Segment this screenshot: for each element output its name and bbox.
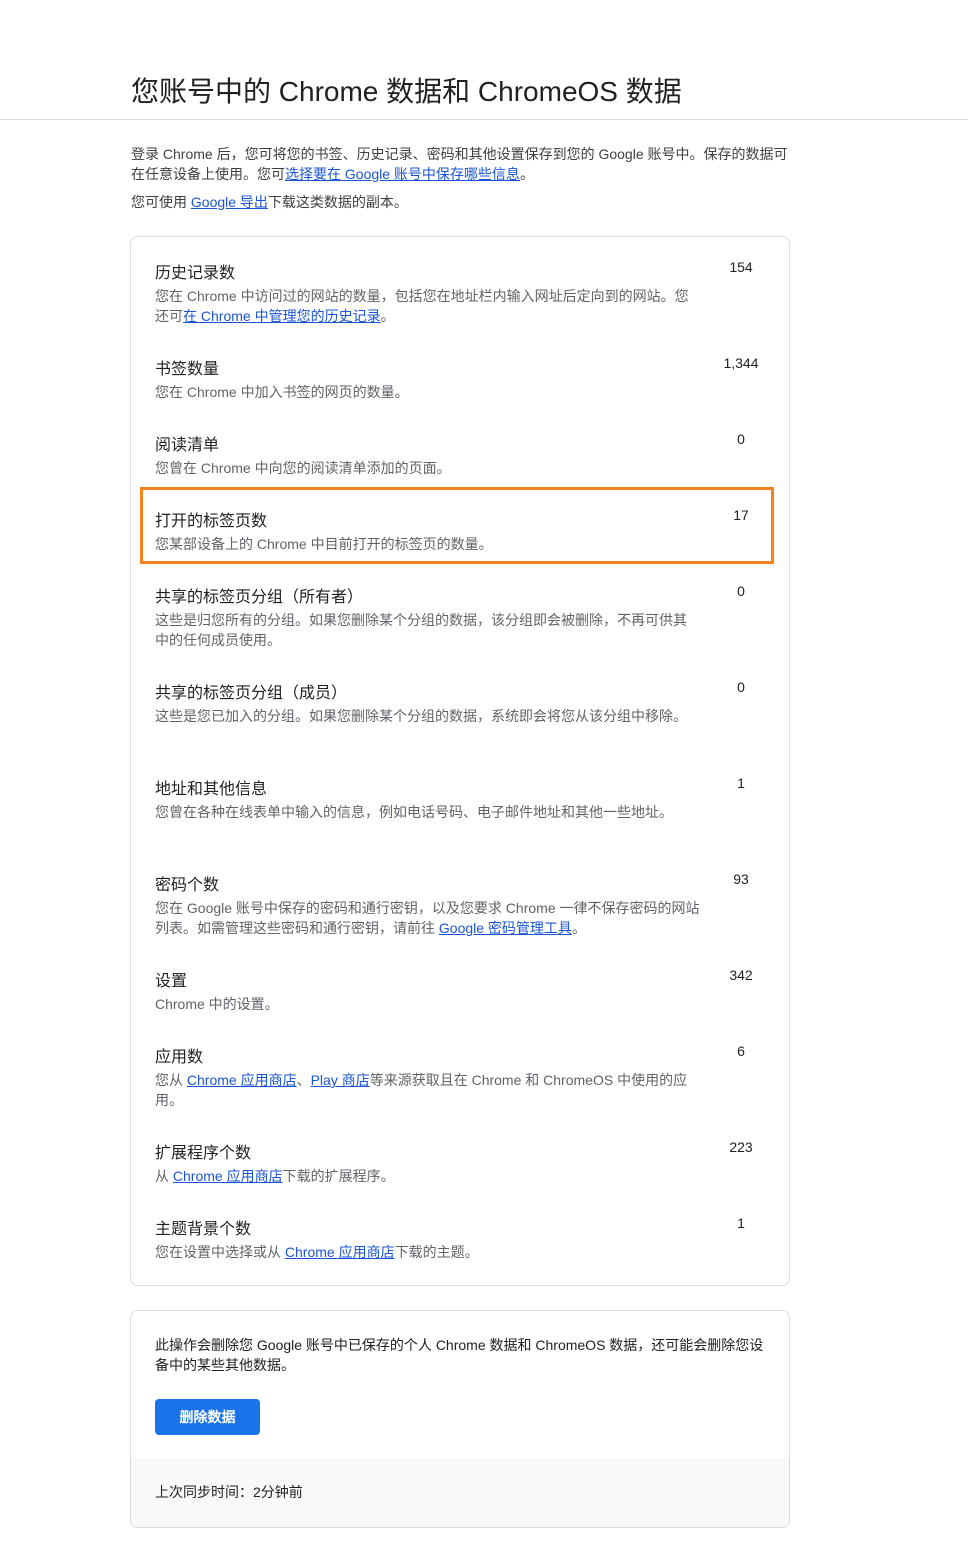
stat-description: 您从 Chrome 应用商店、Play 商店等来源获取且在 Chrome 和 C… — [155, 1070, 700, 1110]
stat-description: 从 Chrome 应用商店下载的扩展程序。 — [155, 1166, 700, 1186]
stat-title: 历史记录数 — [155, 265, 236, 282]
sync-status-footer: 上次同步时间：2分钟前 — [131, 1459, 789, 1527]
stat-description: 您曾在 Chrome 中向您的阅读清单添加的页面。 — [155, 460, 451, 476]
stat-value: 6 — [737, 1043, 745, 1059]
play-store-link[interactable]: Play 商店 — [311, 1072, 370, 1088]
stat-description-text: 您从 — [155, 1072, 187, 1088]
sync-stats-card: 历史记录数 154 您在 Chrome 中访问过的网站的数量，包括您在地址栏内输… — [130, 236, 790, 1286]
stat-description: 您在设置中选择或从 Chrome 应用商店下载的主题。 — [155, 1242, 700, 1262]
stat-description: 您某部设备上的 Chrome 中目前打开的标签页的数量。 — [155, 536, 493, 552]
stat-description-end: 。 — [380, 308, 395, 324]
stat-title: 书签数量 — [155, 361, 220, 378]
stat-value: 17 — [733, 507, 749, 523]
stat-title: 打开的标签页数 — [155, 513, 268, 530]
stat-title: 共享的标签页分组（所有者） — [155, 589, 364, 606]
intro-paragraph: 登录 Chrome 后，您可将您的书签、历史记录、密码和其他设置保存到您的 Go… — [131, 144, 791, 184]
export-text-end: 下载这类数据的副本。 — [267, 194, 408, 210]
stat-value: 342 — [729, 967, 753, 983]
stat-description-text: 您在设置中选择或从 — [155, 1244, 285, 1260]
stat-value: 93 — [733, 871, 749, 887]
stat-title: 应用数 — [155, 1049, 204, 1066]
chrome-web-store-link[interactable]: Chrome 应用商店 — [285, 1244, 395, 1260]
stat-value: 223 — [729, 1139, 753, 1155]
stat-value: 0 — [737, 431, 745, 447]
delete-data-button[interactable]: 删除数据 — [155, 1399, 260, 1435]
delete-data-card: 此操作会删除您 Google 账号中已保存的个人 Chrome 数据和 Chro… — [130, 1310, 790, 1528]
chrome-sync-dashboard-page: 您账号中的 Chrome 数据和 ChromeOS 数据 登录 Chrome 后… — [0, 0, 968, 1564]
stat-value: 0 — [737, 583, 745, 599]
page-title: 您账号中的 Chrome 数据和 ChromeOS 数据 — [131, 76, 682, 107]
google-takeout-link[interactable]: Google 导出 — [191, 194, 268, 210]
stat-title: 阅读清单 — [155, 437, 220, 454]
stat-description-text: 您在 Google 账号中保存的密码和通行密钥，以及您要求 Chrome 一律不… — [155, 900, 700, 936]
google-password-manager-link[interactable]: Google 密码管理工具 — [439, 920, 572, 936]
stat-description-separator: 、 — [296, 1072, 311, 1088]
stat-description-end: 。 — [571, 920, 586, 936]
delete-warning-text: 此操作会删除您 Google 账号中已保存的个人 Chrome 数据和 Chro… — [155, 1337, 764, 1373]
stat-title: 地址和其他信息 — [155, 781, 268, 798]
stat-value: 1,344 — [723, 355, 759, 371]
stat-description-end: 下载的扩展程序。 — [282, 1168, 395, 1184]
manage-history-link[interactable]: 在 Chrome 中管理您的历史记录 — [183, 308, 381, 324]
stat-value: 0 — [737, 679, 745, 695]
stat-title: 主题背景个数 — [155, 1221, 252, 1238]
last-sync-time: 上次同步时间：2分钟前 — [155, 1484, 303, 1500]
stat-value: 1 — [737, 775, 745, 791]
export-paragraph: 您可使用 Google 导出下载这类数据的副本。 — [131, 192, 791, 212]
stat-description: 这些是您已加入的分组。如果您删除某个分组的数据，系统即会将您从该分组中移除。 — [155, 708, 687, 724]
stat-description: 您在 Google 账号中保存的密码和通行密钥，以及您要求 Chrome 一律不… — [155, 898, 700, 938]
stat-description: Chrome 中的设置。 — [155, 996, 279, 1012]
stat-title: 扩展程序个数 — [155, 1145, 252, 1162]
stat-description-text: 从 — [155, 1168, 173, 1184]
stat-title: 密码个数 — [155, 877, 220, 894]
chrome-web-store-link[interactable]: Chrome 应用商店 — [187, 1072, 297, 1088]
stat-description: 您曾在各种在线表单中输入的信息，例如电话号码、电子邮件地址和其他一些地址。 — [155, 804, 673, 820]
export-text: 您可使用 — [131, 194, 191, 210]
stat-value: 1 — [737, 1215, 745, 1231]
stat-description: 您在 Chrome 中加入书签的网页的数量。 — [155, 384, 409, 400]
choose-what-to-sync-link[interactable]: 选择要在 Google 账号中保存哪些信息 — [285, 166, 520, 182]
stat-description-end: 下载的主题。 — [394, 1244, 479, 1260]
intro-text-end: 。 — [519, 166, 534, 182]
stat-description: 这些是归您所有的分组。如果您删除某个分组的数据，该分组即会被删除，不再可供其中的… — [155, 612, 687, 648]
stat-title: 设置 — [155, 973, 188, 990]
chrome-web-store-link[interactable]: Chrome 应用商店 — [173, 1168, 283, 1184]
stat-title: 共享的标签页分组（成员） — [155, 685, 348, 702]
title-divider — [0, 119, 968, 120]
stat-description: 您在 Chrome 中访问过的网站的数量，包括您在地址栏内输入网址后定向到的网站… — [155, 286, 700, 326]
stat-value: 154 — [729, 259, 753, 275]
